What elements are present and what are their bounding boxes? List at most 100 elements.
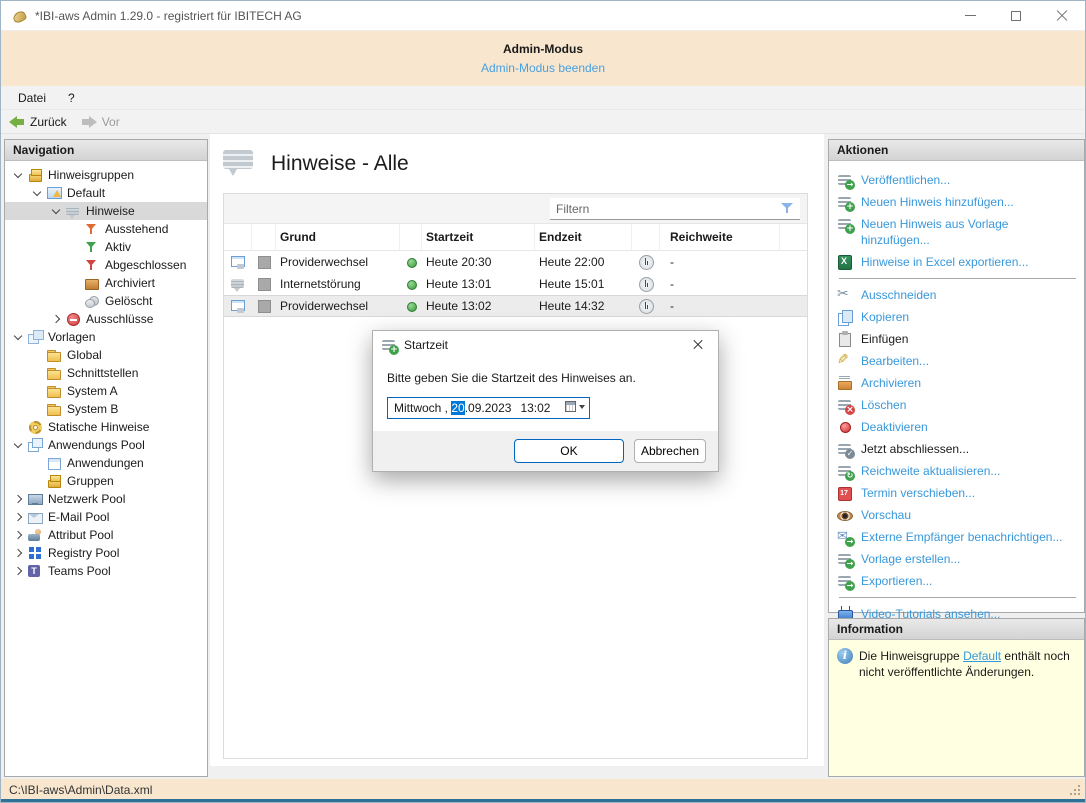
tree-item-system-b[interactable]: System B (5, 400, 207, 418)
action-deaktivieren[interactable]: Deaktivieren (837, 416, 1078, 438)
col-grund[interactable]: Grund (276, 224, 400, 250)
filter-input[interactable]: Filtern (550, 198, 800, 220)
table-row-internetstörung[interactable]: InternetstörungHeute 13:01Heute 15:01- (224, 273, 807, 295)
navigation-panel: Navigation HinweisgruppenDefaultHinweise… (4, 139, 208, 777)
tree-item-global[interactable]: Global (5, 346, 207, 364)
action-exportieren[interactable]: Exportieren... (837, 570, 1078, 592)
information-header: Information (829, 619, 1084, 640)
cancel-button[interactable]: Abbrechen (634, 439, 706, 463)
chevron-spacer (66, 256, 84, 274)
action-label: Löschen (861, 397, 906, 413)
action-neuen-hinweis-hinzufügen[interactable]: Neuen Hinweis hinzufügen... (837, 191, 1078, 213)
tree-item-hinweisgruppen[interactable]: Hinweisgruppen (5, 166, 207, 184)
tree-item-hinweise[interactable]: Hinweise (5, 202, 207, 220)
chevron-right-icon[interactable] (9, 562, 27, 580)
tree-item-vorlagen[interactable]: Vorlagen (5, 328, 207, 346)
chevron-down-icon[interactable] (9, 436, 27, 454)
tree-item-archiviert[interactable]: Archiviert (5, 274, 207, 292)
filter-funnel-icon[interactable] (780, 202, 794, 215)
tree-item-registry-pool[interactable]: Registry Pool (5, 544, 207, 562)
tree-item-label: Ausschlüsse (86, 312, 153, 326)
folder-icon (46, 365, 62, 381)
tree-item-schnittstellen[interactable]: Schnittstellen (5, 364, 207, 382)
dialog-close-button[interactable] (678, 331, 718, 359)
action-reichweite-aktualisieren[interactable]: Reichweite aktualisieren... (837, 460, 1078, 482)
chevron-right-icon[interactable] (9, 490, 27, 508)
chevron-right-icon[interactable] (9, 544, 27, 562)
row-window-icon (230, 298, 246, 314)
back-button[interactable]: Zurück (9, 115, 67, 129)
tree-item-aktiv[interactable]: Aktiv (5, 238, 207, 256)
action-ausschneiden[interactable]: Ausschneiden (837, 284, 1078, 306)
chevron-right-icon[interactable] (47, 310, 65, 328)
tree-item-gruppen[interactable]: Gruppen (5, 472, 207, 490)
tree-item-e-mail-pool[interactable]: E-Mail Pool (5, 508, 207, 526)
tree-item-statische-hinweise[interactable]: Statische Hinweise (5, 418, 207, 436)
cell-grund: Providerwechsel (276, 255, 400, 269)
action-neuen-hinweis-aus-vorlage-hinzufügen[interactable]: Neuen Hinweis aus Vorlage hinzufügen... (837, 213, 1078, 251)
col-endzeit[interactable]: Endzeit (535, 224, 632, 250)
tree-item-anwendungs-pool[interactable]: Anwendungs Pool (5, 436, 207, 454)
table-row-providerwechsel[interactable]: ProviderwechselHeute 20:30Heute 22:00- (224, 251, 807, 273)
selected-date-segment[interactable]: 20 (451, 401, 464, 415)
folder-icon (46, 383, 62, 399)
action-bearbeiten[interactable]: Bearbeiten... (837, 350, 1078, 372)
chevron-down-icon[interactable] (28, 184, 46, 202)
admin-mode-exit-link[interactable]: Admin-Modus beenden (481, 61, 605, 75)
maximize-button[interactable] (993, 1, 1039, 30)
action-kopieren[interactable]: Kopieren (837, 306, 1078, 328)
navigation-tree: HinweisgruppenDefaultHinweiseAusstehendA… (5, 161, 207, 580)
tree-item-label: E-Mail Pool (48, 510, 109, 524)
menu-datei[interactable]: Datei (7, 88, 57, 108)
chevron-right-icon[interactable] (9, 508, 27, 526)
col-reichweite[interactable]: Reichweite (660, 224, 780, 250)
ok-button[interactable]: OK (514, 439, 624, 463)
tree-item-attribut-pool[interactable]: Attribut Pool (5, 526, 207, 544)
action-vorschau[interactable]: Vorschau (837, 504, 1078, 526)
action-vorlage-erstellen[interactable]: Vorlage erstellen... (837, 548, 1078, 570)
chevron-spacer (9, 418, 27, 436)
calendar-dropdown-button[interactable] (565, 401, 585, 412)
cell-reichweite: - (660, 255, 780, 269)
minimize-button[interactable] (947, 1, 993, 30)
chevron-down-icon (579, 405, 585, 409)
actions-header: Aktionen (829, 140, 1084, 161)
chevron-right-icon[interactable] (9, 526, 27, 544)
bubble-add-icon (837, 216, 853, 232)
default-group-link[interactable]: Default (963, 649, 1001, 663)
cell-startzeit: Heute 20:30 (422, 255, 535, 269)
action-termin-verschieben[interactable]: Termin verschieben... (837, 482, 1078, 504)
chevron-spacer (28, 400, 46, 418)
tree-item-ausschlüsse[interactable]: Ausschlüsse (5, 310, 207, 328)
action-hinweise-in-excel-exportieren[interactable]: Hinweise in Excel exportieren... (837, 251, 1078, 273)
action-label: Neuen Hinweis hinzufügen... (861, 194, 1014, 210)
tree-item-default[interactable]: Default (5, 184, 207, 202)
tree-item-abgeschlossen[interactable]: Abgeschlossen (5, 256, 207, 274)
action-veröffentlichen[interactable]: Veröffentlichen... (837, 169, 1078, 191)
forward-button[interactable]: Vor (81, 115, 120, 129)
resize-grip[interactable] (1070, 785, 1082, 797)
tree-item-teams-pool[interactable]: Teams Pool (5, 562, 207, 580)
action-label: Vorlage erstellen... (861, 551, 960, 567)
tree-item-ausstehend[interactable]: Ausstehend (5, 220, 207, 238)
col-startzeit[interactable]: Startzeit (422, 224, 535, 250)
chevron-down-icon[interactable] (47, 202, 65, 220)
chevron-down-icon[interactable] (9, 328, 27, 346)
scissors-icon (837, 287, 853, 303)
calendar-icon (565, 401, 576, 412)
close-button[interactable] (1039, 1, 1085, 30)
tree-item-netzwerk-pool[interactable]: Netzwerk Pool (5, 490, 207, 508)
action-löschen[interactable]: Löschen (837, 394, 1078, 416)
action-label: Archivieren (861, 375, 921, 391)
action-externe-empfänger-benachrichtigen[interactable]: Externe Empfänger benachrichtigen... (837, 526, 1078, 548)
tree-item-label: Attribut Pool (48, 528, 113, 542)
chevron-down-icon[interactable] (9, 166, 27, 184)
action-archivieren[interactable]: Archivieren (837, 372, 1078, 394)
table-row-providerwechsel[interactable]: ProviderwechselHeute 13:02Heute 14:32- (224, 295, 807, 317)
tree-item-label: Hinweise (86, 204, 135, 218)
tree-item-gelöscht[interactable]: Gelöscht (5, 292, 207, 310)
tree-item-anwendungen[interactable]: Anwendungen (5, 454, 207, 472)
tree-item-system-a[interactable]: System A (5, 382, 207, 400)
menu-help[interactable]: ? (57, 88, 86, 108)
datetime-picker[interactable]: Mittwoch , 20.09.202313:02 (387, 397, 590, 419)
